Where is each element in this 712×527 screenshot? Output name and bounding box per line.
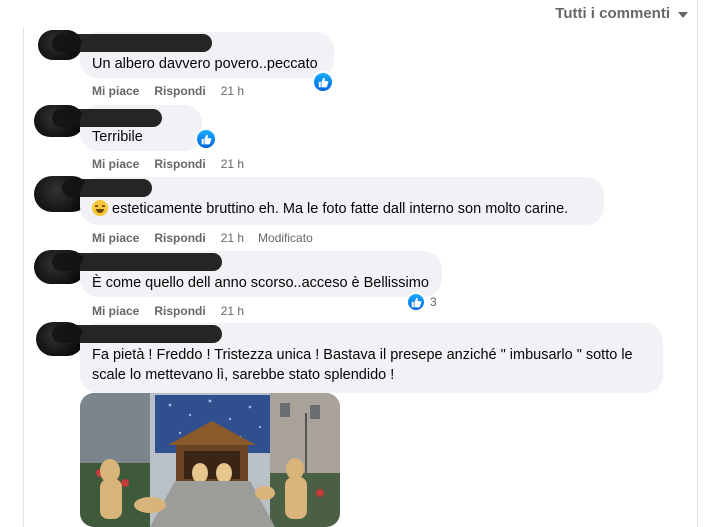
thread-line xyxy=(23,28,24,527)
comment-bubble: È come quello dell anno scorso..acceso è… xyxy=(52,251,442,297)
grinning-sweat-emoji-icon xyxy=(92,200,108,216)
comment-sort-dropdown[interactable]: Tutti i commenti xyxy=(555,5,688,22)
comment-bubble: Terribile xyxy=(52,105,202,151)
comment-author[interactable] xyxy=(62,179,592,199)
comment-timestamp[interactable]: 21 h xyxy=(221,231,244,245)
comment-text: Fa pietà ! Freddo ! Tristezza unica ! Ba… xyxy=(92,347,633,383)
comment-author[interactable] xyxy=(52,34,322,54)
comment-text: esteticamente bruttino eh. Ma le foto fa… xyxy=(92,199,592,219)
comment-photo-nativity-scene[interactable] xyxy=(80,393,340,527)
comment-sort-label: Tutti i commenti xyxy=(555,5,670,22)
like-button[interactable]: Mi piace xyxy=(92,304,139,318)
comment-timestamp[interactable]: 21 h xyxy=(221,84,244,98)
like-button[interactable]: Mi piace xyxy=(92,157,139,171)
comment-bubble: Un albero davvero povero..peccato xyxy=(52,32,334,78)
reply-button[interactable]: Rispondi xyxy=(154,157,205,171)
reply-button[interactable]: Rispondi xyxy=(154,84,205,98)
comment-actions: Mi piace Rispondi 21 h Modificato xyxy=(92,231,313,245)
comment-text: È come quello dell anno scorso..acceso è… xyxy=(92,275,429,291)
like-button[interactable]: Mi piace xyxy=(92,231,139,245)
comment-actions: Mi piace Rispondi 21 h xyxy=(92,84,258,98)
comment-actions: Mi piace Rispondi 21 h xyxy=(92,157,258,171)
comment-text: Terribile xyxy=(92,129,143,145)
caret-down-icon xyxy=(678,11,688,18)
comment-text: Un albero davvero povero..peccato xyxy=(92,56,318,72)
comment-actions: Mi piace Rispondi 21 h xyxy=(92,304,258,318)
comment-author[interactable] xyxy=(52,253,430,273)
reply-button[interactable]: Rispondi xyxy=(154,231,205,245)
nativity-photo-image xyxy=(80,393,340,527)
comment-author[interactable] xyxy=(52,325,651,345)
comment-timestamp[interactable]: 21 h xyxy=(221,157,244,171)
reply-button[interactable]: Rispondi xyxy=(154,304,205,318)
comment-timestamp[interactable]: 21 h xyxy=(221,304,244,318)
like-button[interactable]: Mi piace xyxy=(92,84,139,98)
thumbs-up-icon[interactable] xyxy=(312,71,334,93)
reaction-count: 3 xyxy=(430,295,437,309)
comment-author[interactable] xyxy=(52,109,190,127)
panel-border xyxy=(697,0,698,527)
thumbs-up-icon[interactable] xyxy=(195,128,217,150)
comment-bubble: esteticamente bruttino eh. Ma le foto fa… xyxy=(62,177,604,225)
edited-label[interactable]: Modificato xyxy=(258,231,313,245)
comment-bubble: Fa pietà ! Freddo ! Tristezza unica ! Ba… xyxy=(52,323,663,393)
thumbs-up-icon xyxy=(406,292,426,312)
reaction-summary[interactable]: 3 xyxy=(406,292,437,312)
